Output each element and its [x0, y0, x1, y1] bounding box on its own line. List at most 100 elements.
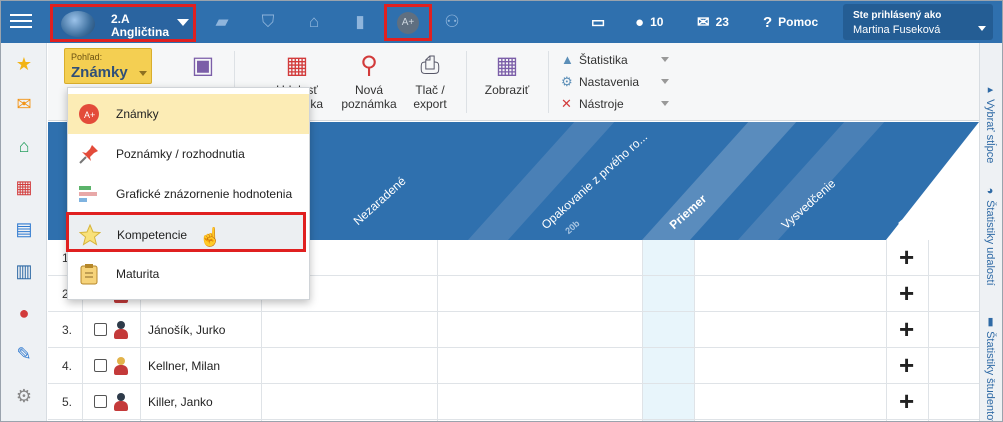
table-row[interactable]: 3. Jánošík, Jurko +	[48, 312, 979, 348]
grades-button[interactable]: A+	[384, 4, 432, 41]
bar-chart-icon[interactable]: ▮	[349, 11, 371, 33]
menu-label: Nástroje	[579, 97, 624, 111]
menu-item-label: Grafické znázornenie hodnotenia	[116, 187, 293, 201]
clipboard-icon	[80, 264, 98, 285]
menu-item-label: Kompetencie	[117, 228, 188, 242]
user-menu[interactable]: Ste prihlásený ako Martina Fuseková	[843, 4, 993, 40]
mail-icon: ✉	[697, 14, 710, 31]
add-note-icon[interactable]: +	[899, 315, 914, 343]
row-checkbox[interactable]	[94, 323, 107, 336]
subject-name: Angličtina	[111, 25, 170, 39]
cast-icon: ▭	[591, 14, 606, 31]
left-sidebar: ★ ✉ ⌂ ▦ ▤ ▥ ● ✎ ⚙	[1, 43, 47, 421]
view-options-button[interactable]: ▦ Zobraziť	[474, 51, 540, 97]
add-note-icon[interactable]: +	[899, 387, 914, 415]
user-name: Martina Fuseková	[853, 24, 941, 36]
pupil-icon	[114, 357, 128, 375]
pencil-icon[interactable]: ✎	[13, 343, 35, 365]
notebook-icon[interactable]: ▤	[13, 218, 35, 240]
gear-icon[interactable]: ⚙	[13, 385, 35, 407]
pupil-name[interactable]: Jánošík, Jurko	[148, 323, 225, 337]
tool-label: Zobraziť	[484, 83, 530, 97]
tools-menu[interactable]: ✕ Nástroje	[561, 96, 669, 112]
printer-icon: ⎙	[420, 52, 440, 79]
bar-chart-icon: ▮	[984, 315, 996, 332]
bar-chart-icon	[79, 186, 97, 202]
chevron-down-icon	[139, 71, 147, 76]
column-header-nezaradene[interactable]: Nezaradené	[351, 174, 409, 228]
chevron-down-icon	[978, 26, 986, 31]
pin-add-icon: ⚲	[360, 52, 378, 79]
pupil-name[interactable]: Kellner, Milan	[148, 359, 220, 373]
table-row[interactable]: 4. Kellner, Milan +	[48, 348, 979, 384]
add-note-icon[interactable]: +	[899, 351, 914, 379]
chat-icon[interactable]: ●	[13, 302, 35, 324]
new-note-button[interactable]: ⚲ Nová poznámka	[334, 51, 404, 111]
row-checkbox[interactable]	[94, 359, 107, 372]
toolbar-separator	[548, 51, 549, 113]
print-export-button[interactable]: ⎙ Tlač / export	[400, 51, 460, 111]
toolbar-separator	[466, 51, 467, 113]
star-icon[interactable]: ★	[13, 53, 35, 75]
star-icon	[79, 224, 101, 246]
menu-item-graficke[interactable]: Grafické znázornenie hodnotenia	[68, 174, 309, 214]
grade-icon: A+	[397, 12, 419, 34]
svg-text:A+: A+	[84, 110, 95, 120]
select-columns-button[interactable]: ▸ Vybrať stĺpce	[984, 83, 997, 163]
statistics-menu[interactable]: ▲ Štatistika	[561, 52, 669, 67]
class-subject-selector[interactable]: 2.A Angličtina	[50, 4, 196, 42]
event-stats-button[interactable]: ◕ Štatistiky udalostí	[984, 185, 996, 286]
save-icon: ▣	[191, 52, 215, 79]
user-label: Ste prihlásený ako	[853, 10, 942, 21]
save-button[interactable]: ▣	[178, 51, 228, 83]
help-button[interactable]: ? Pomoc	[763, 1, 818, 43]
question-icon: ?	[763, 13, 773, 31]
menu-item-kompetencie[interactable]: Kompetencie	[66, 212, 306, 252]
messages-button[interactable]: ● 10	[635, 1, 663, 43]
top-bar: 2.A Angličtina ▰ ⛉ ⌂ ▮ A+ ⚇ ▭ ● 10 ✉ 23 …	[1, 1, 1002, 43]
mail-icon[interactable]: ✉	[13, 93, 35, 115]
book-icon[interactable]: ▥	[13, 260, 35, 282]
chart-icon: ▲	[561, 52, 574, 67]
menu-item-label: Poznámky / rozhodnutia	[116, 147, 245, 161]
hand-cursor-icon: ☝	[199, 227, 222, 247]
menu-item-maturita[interactable]: Maturita	[68, 254, 309, 294]
table-row[interactable]: 5. Killer, Janko +	[48, 384, 979, 420]
add-note-icon[interactable]: +	[899, 243, 914, 271]
app-frame: 2.A Angličtina ▰ ⛉ ⌂ ▮ A+ ⚇ ▭ ● 10 ✉ 23 …	[0, 0, 1003, 422]
view-selector[interactable]: Pohľad: Známky	[64, 48, 152, 84]
male-pupil-icon	[114, 393, 128, 411]
walking-people-icon[interactable]: ⚇	[441, 11, 463, 33]
male-pupil-icon	[114, 321, 128, 339]
mail-button[interactable]: ✉ 23	[697, 1, 729, 43]
hamburger-menu-icon[interactable]	[10, 10, 32, 32]
help-label: Pomoc	[778, 15, 819, 29]
settings-menu[interactable]: ⚙ Nastavenia	[561, 74, 669, 90]
chevron-right-icon: ▸	[984, 83, 996, 100]
messages-count: 10	[650, 15, 664, 29]
row-number: 4.	[62, 359, 73, 373]
cast-button[interactable]: ▭	[591, 1, 611, 43]
chevron-down-icon	[661, 57, 669, 62]
add-note-icon[interactable]: +	[899, 279, 914, 307]
wrench-icon: ✕	[561, 96, 572, 111]
briefcase-icon[interactable]: ▰	[211, 11, 233, 33]
shield-icon[interactable]: ⛉	[257, 11, 279, 33]
menu-item-label: Známky	[116, 107, 159, 121]
row-checkbox[interactable]	[94, 395, 107, 408]
menu-item-znamky[interactable]: A+ Známky	[68, 94, 309, 134]
menu-label: Štatistika	[579, 53, 628, 67]
chevron-down-icon	[661, 101, 669, 106]
grid-view-icon: ▦	[495, 52, 519, 79]
student-stats-button[interactable]: ▮ Štatistiky študentov	[984, 315, 997, 421]
building-icon[interactable]: ⌂	[303, 11, 325, 33]
calendar-add-icon: ▦	[285, 52, 309, 79]
tool-label: export	[413, 97, 447, 111]
calendar-icon[interactable]: ▦	[13, 176, 35, 198]
pupil-name[interactable]: Killer, Janko	[148, 395, 213, 409]
row-number: 3.	[62, 323, 73, 337]
mail-count: 23	[715, 15, 729, 29]
home-icon[interactable]: ⌂	[13, 135, 35, 157]
menu-item-poznamky[interactable]: Poznámky / rozhodnutia	[68, 134, 309, 174]
menu-label: Nastavenia	[579, 75, 640, 89]
